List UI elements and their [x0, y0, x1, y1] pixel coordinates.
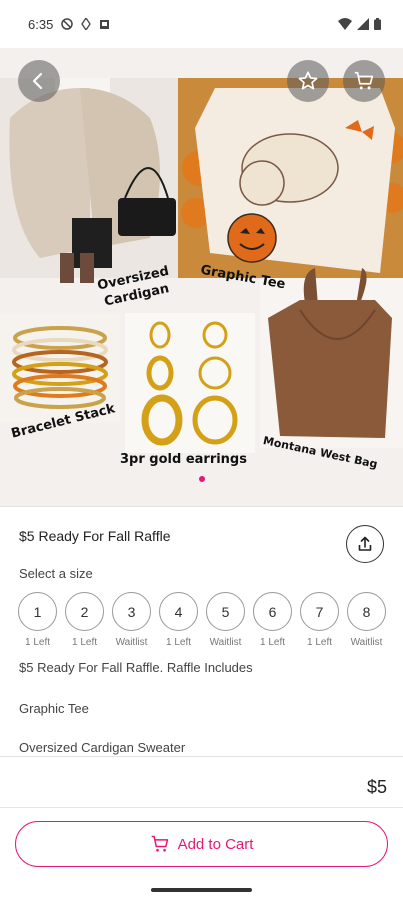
battery-icon — [374, 18, 381, 30]
size-option-button[interactable]: 3 — [112, 592, 151, 631]
size-option-button[interactable]: 4 — [159, 592, 198, 631]
size-option[interactable]: 2 1 Left — [65, 592, 104, 648]
size-option[interactable]: 5 Waitlist — [206, 592, 245, 648]
cardigan-photo — [0, 78, 180, 283]
status-bar: 6:35 — [0, 0, 403, 48]
size-availability: Waitlist — [115, 637, 148, 648]
size-availability: 1 Left — [306, 637, 333, 648]
wifi-icon — [338, 18, 352, 30]
size-option-button[interactable]: 5 — [206, 592, 245, 631]
size-selector: 1 1 Left 2 1 Left 3 Waitlist 4 1 Left 5 … — [18, 592, 386, 648]
size-option-button[interactable]: 2 — [65, 592, 104, 631]
size-option-button[interactable]: 8 — [347, 592, 386, 631]
do-not-disturb-icon — [61, 18, 74, 30]
size-availability: 1 Left — [259, 637, 286, 648]
checkout-panel: $5 Add to Cart — [0, 756, 403, 900]
size-option[interactable]: 8 Waitlist — [347, 592, 386, 648]
divider — [0, 807, 403, 808]
notification-icon — [99, 19, 110, 30]
product-image-carousel[interactable]: Oversized Cardigan Graphic Tee Bracelet … — [0, 48, 403, 506]
size-availability: 1 Left — [24, 637, 51, 648]
collage-label-earrings: 3pr gold earrings — [120, 452, 247, 467]
share-button[interactable] — [346, 525, 384, 563]
size-prompt: Select a size — [19, 566, 93, 581]
size-availability: 1 Left — [165, 637, 192, 648]
cart-button[interactable] — [343, 60, 385, 102]
montana-west-bag-photo — [260, 268, 403, 448]
size-availability: Waitlist — [350, 637, 383, 648]
size-option[interactable]: 4 1 Left — [159, 592, 198, 648]
divider — [0, 506, 403, 507]
share-icon — [358, 536, 372, 551]
size-availability: 1 Left — [71, 637, 98, 648]
cart-icon — [354, 71, 374, 90]
price: $5 — [366, 777, 387, 797]
gold-earrings-photo — [125, 313, 255, 453]
size-availability: Waitlist — [209, 637, 242, 648]
favorite-button[interactable] — [287, 60, 329, 102]
location-icon — [81, 18, 92, 30]
star-outline-icon — [298, 71, 318, 90]
description-line: Oversized Cardigan Sweater — [19, 740, 186, 755]
size-option-button[interactable]: 1 — [18, 592, 57, 631]
size-option-button[interactable]: 7 — [300, 592, 339, 631]
size-option[interactable]: 6 1 Left — [253, 592, 292, 648]
description-line: Graphic Tee — [19, 701, 89, 716]
cart-icon — [151, 835, 168, 852]
carousel-pagination — [0, 476, 403, 482]
back-button[interactable] — [18, 60, 60, 102]
status-right — [338, 18, 381, 30]
carousel-dot-active[interactable] — [198, 476, 205, 482]
add-to-cart-button[interactable]: Add to Cart — [15, 821, 388, 867]
size-option[interactable]: 7 1 Left — [300, 592, 339, 648]
status-left: 6:35 — [28, 17, 110, 32]
product-title: $5 Ready For Fall Raffle — [19, 528, 171, 544]
add-to-cart-label: Add to Cart — [177, 835, 254, 853]
gesture-navigation-handle[interactable] — [151, 888, 252, 892]
signal-icon — [357, 18, 369, 30]
graphic-tee-photo — [178, 78, 403, 278]
description-line: $5 Ready For Fall Raffle. Raffle Include… — [19, 660, 253, 675]
size-option[interactable]: 3 Waitlist — [112, 592, 151, 648]
status-time: 6:35 — [28, 16, 54, 32]
size-option-button[interactable]: 6 — [253, 592, 292, 631]
arrow-left-icon — [32, 72, 43, 90]
size-option[interactable]: 1 1 Left — [18, 592, 57, 648]
